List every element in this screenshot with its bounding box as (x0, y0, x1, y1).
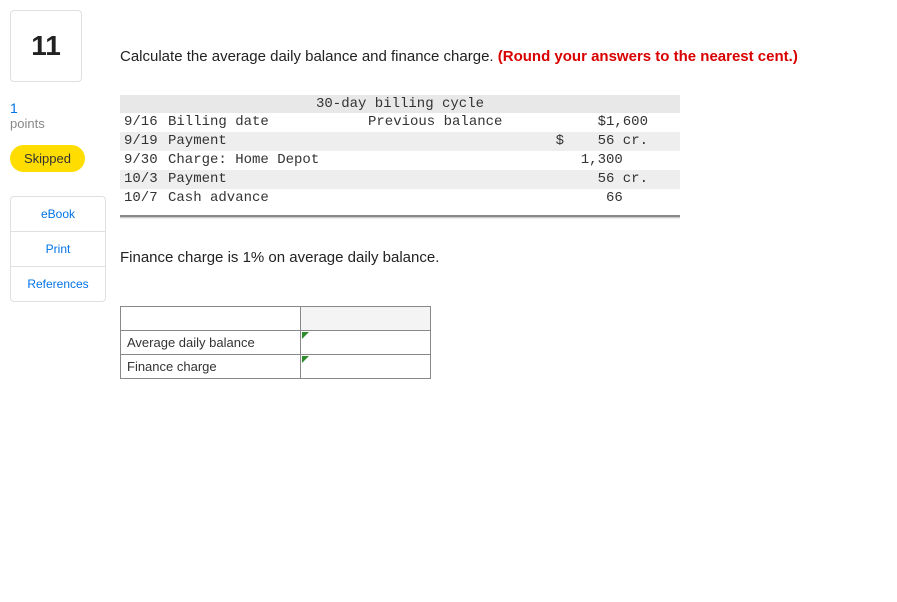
answer-label: Average daily balance (121, 331, 301, 355)
ledger-desc: Cash advance (168, 189, 368, 208)
attempt-number: 1 (10, 100, 110, 116)
main-content: Calculate the average daily balance and … (120, 48, 860, 379)
ledger-amount: $1,600 (518, 113, 658, 132)
answer-table: Average daily balance Finance charge (120, 306, 431, 379)
prompt-text: Calculate the average daily balance and … (120, 48, 498, 65)
ebook-link[interactable]: eBook (11, 197, 105, 232)
ledger-row: 9/30 Charge: Home Depot 1,300 (120, 151, 680, 170)
ledger-desc: Payment (168, 132, 368, 151)
ledger-row: 10/7 Cash advance 66 (120, 189, 680, 208)
ledger-row: 9/16 Billing date Previous balance $1,60… (120, 113, 680, 132)
ledger-date: 10/7 (124, 189, 168, 208)
question-number: 11 (31, 30, 61, 62)
resource-links: eBook Print References (10, 196, 106, 302)
finance-note: Finance charge is 1% on average daily ba… (120, 249, 860, 266)
ledger-note: Previous balance (368, 113, 518, 132)
answer-header-row (121, 307, 431, 331)
answer-header-blank (121, 307, 301, 331)
ledger-divider (120, 215, 680, 219)
ledger-desc: Payment (168, 170, 368, 189)
answer-input-cell (301, 355, 431, 379)
ledger-date: 9/30 (124, 151, 168, 170)
answer-row: Average daily balance (121, 331, 431, 355)
ledger-desc: Charge: Home Depot (168, 151, 368, 170)
ledger-row: 9/19 Payment $ 56 cr. (120, 132, 680, 151)
prompt-emphasis: (Round your answers to the nearest cent.… (498, 48, 798, 65)
answer-header-cell (301, 307, 431, 331)
ledger-table: 30-day billing cycle 9/16 Billing date P… (120, 95, 680, 207)
ledger-note (368, 151, 518, 170)
ledger-desc: Billing date (168, 113, 368, 132)
answer-label: Finance charge (121, 355, 301, 379)
points-label: points (10, 116, 110, 131)
input-indicator-icon (302, 332, 309, 339)
ledger-note (368, 170, 518, 189)
sidebar: 11 1 points Skipped eBook Print Referenc… (10, 10, 110, 302)
ledger-note (368, 189, 518, 208)
average-daily-balance-input[interactable] (301, 331, 430, 354)
status-badge: Skipped (10, 145, 85, 172)
question-prompt: Calculate the average daily balance and … (120, 48, 860, 65)
print-link[interactable]: Print (11, 232, 105, 267)
answer-row: Finance charge (121, 355, 431, 379)
answer-input-cell (301, 331, 431, 355)
ledger-amount: $ 56 cr. (518, 132, 658, 151)
references-link[interactable]: References (11, 267, 105, 301)
ledger-note (368, 132, 518, 151)
ledger-title: 30-day billing cycle (120, 95, 680, 113)
ledger-row: 10/3 Payment 56 cr. (120, 170, 680, 189)
question-number-box: 11 (10, 10, 82, 82)
ledger-amount: 1,300 (518, 151, 658, 170)
ledger-date: 9/16 (124, 113, 168, 132)
ledger-date: 10/3 (124, 170, 168, 189)
ledger-date: 9/19 (124, 132, 168, 151)
ledger-amount: 66 (518, 189, 658, 208)
finance-charge-input[interactable] (301, 355, 430, 378)
ledger-amount: 56 cr. (518, 170, 658, 189)
input-indicator-icon (302, 356, 309, 363)
